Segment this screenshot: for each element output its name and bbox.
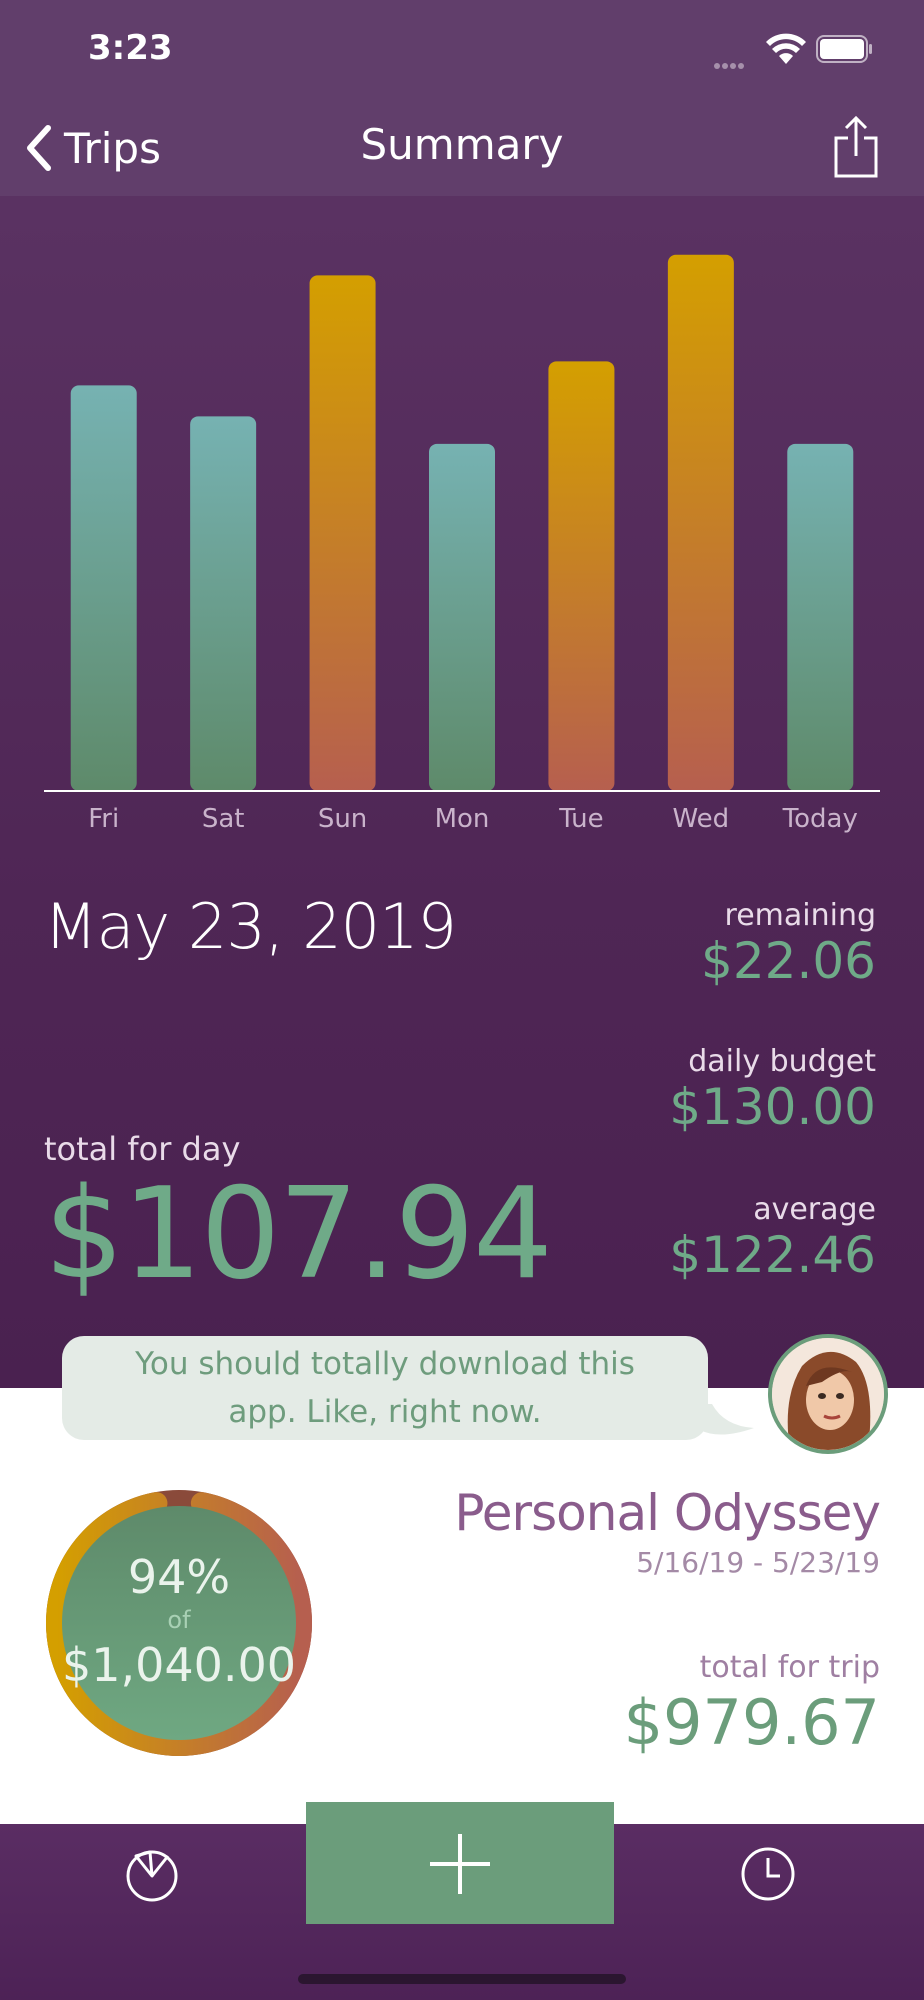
pie-chart-icon[interactable] [124, 1846, 180, 1902]
average-value: $122.46 [669, 1226, 876, 1284]
daily-spending-chart: Fri Sat Sun Mon Tue Wed Today [0, 196, 924, 846]
tick-label-wed: Wed [673, 804, 730, 834]
navigation-bar: 3:23 Trips Summary [0, 0, 924, 196]
page-title: Summary [360, 120, 564, 169]
trip-name: Personal Odyssey [454, 1484, 881, 1542]
tick-label-today: Today [782, 804, 858, 834]
tick-label-mon: Mon [435, 804, 490, 834]
wifi-icon [766, 33, 806, 64]
tick-label-sat: Sat [202, 804, 245, 834]
bar-chart: Fri Sat Sun Mon Tue Wed Today [44, 254, 880, 834]
bar-sat[interactable] [190, 416, 257, 791]
clock-icon[interactable] [740, 1846, 796, 1902]
remaining-label: remaining [724, 898, 876, 933]
remaining-value: $22.06 [701, 932, 876, 990]
bar-wed[interactable] [667, 254, 734, 791]
bar-today[interactable] [787, 443, 854, 791]
bar-sun[interactable] [309, 275, 376, 791]
share-icon[interactable] [832, 114, 880, 180]
home-indicator [298, 1974, 626, 1984]
plus-icon [430, 1834, 490, 1894]
trip-percent: 94% [127, 1550, 231, 1604]
trip-of-label: of [167, 1606, 191, 1634]
avatar-illustration [772, 1338, 884, 1450]
selected-date: May 23, 2019 [44, 890, 457, 963]
total-for-trip-label: total for trip [699, 1650, 880, 1685]
add-expense-button[interactable] [306, 1802, 614, 1924]
message-text: You should totally download this app. Li… [135, 1346, 635, 1430]
tick-label-sun: Sun [318, 804, 367, 834]
message-bubble: You should totally download this app. Li… [62, 1336, 708, 1440]
status-time: 3:23 [88, 28, 173, 68]
bar-tue[interactable] [548, 361, 615, 791]
trip-dates: 5/16/19 - 5/23/19 [636, 1546, 880, 1579]
bubble-tail [700, 1404, 754, 1435]
tick-label-tue: Tue [558, 804, 603, 834]
average-label: average [753, 1192, 876, 1227]
total-for-trip-value: $979.67 [623, 1686, 880, 1759]
battery-icon [816, 35, 872, 63]
bar-fri[interactable] [70, 385, 137, 791]
trip-budget: $1,040.00 [61, 1638, 297, 1692]
daily-budget-label: daily budget [688, 1044, 876, 1079]
cellular-signal-icon [714, 54, 756, 69]
tick-label-fri: Fri [88, 804, 119, 834]
total-for-day-value: $107.94 [44, 1160, 553, 1307]
bar-mon[interactable] [429, 443, 495, 791]
daily-budget-value: $130.00 [669, 1078, 876, 1136]
avatar[interactable] [768, 1334, 888, 1454]
